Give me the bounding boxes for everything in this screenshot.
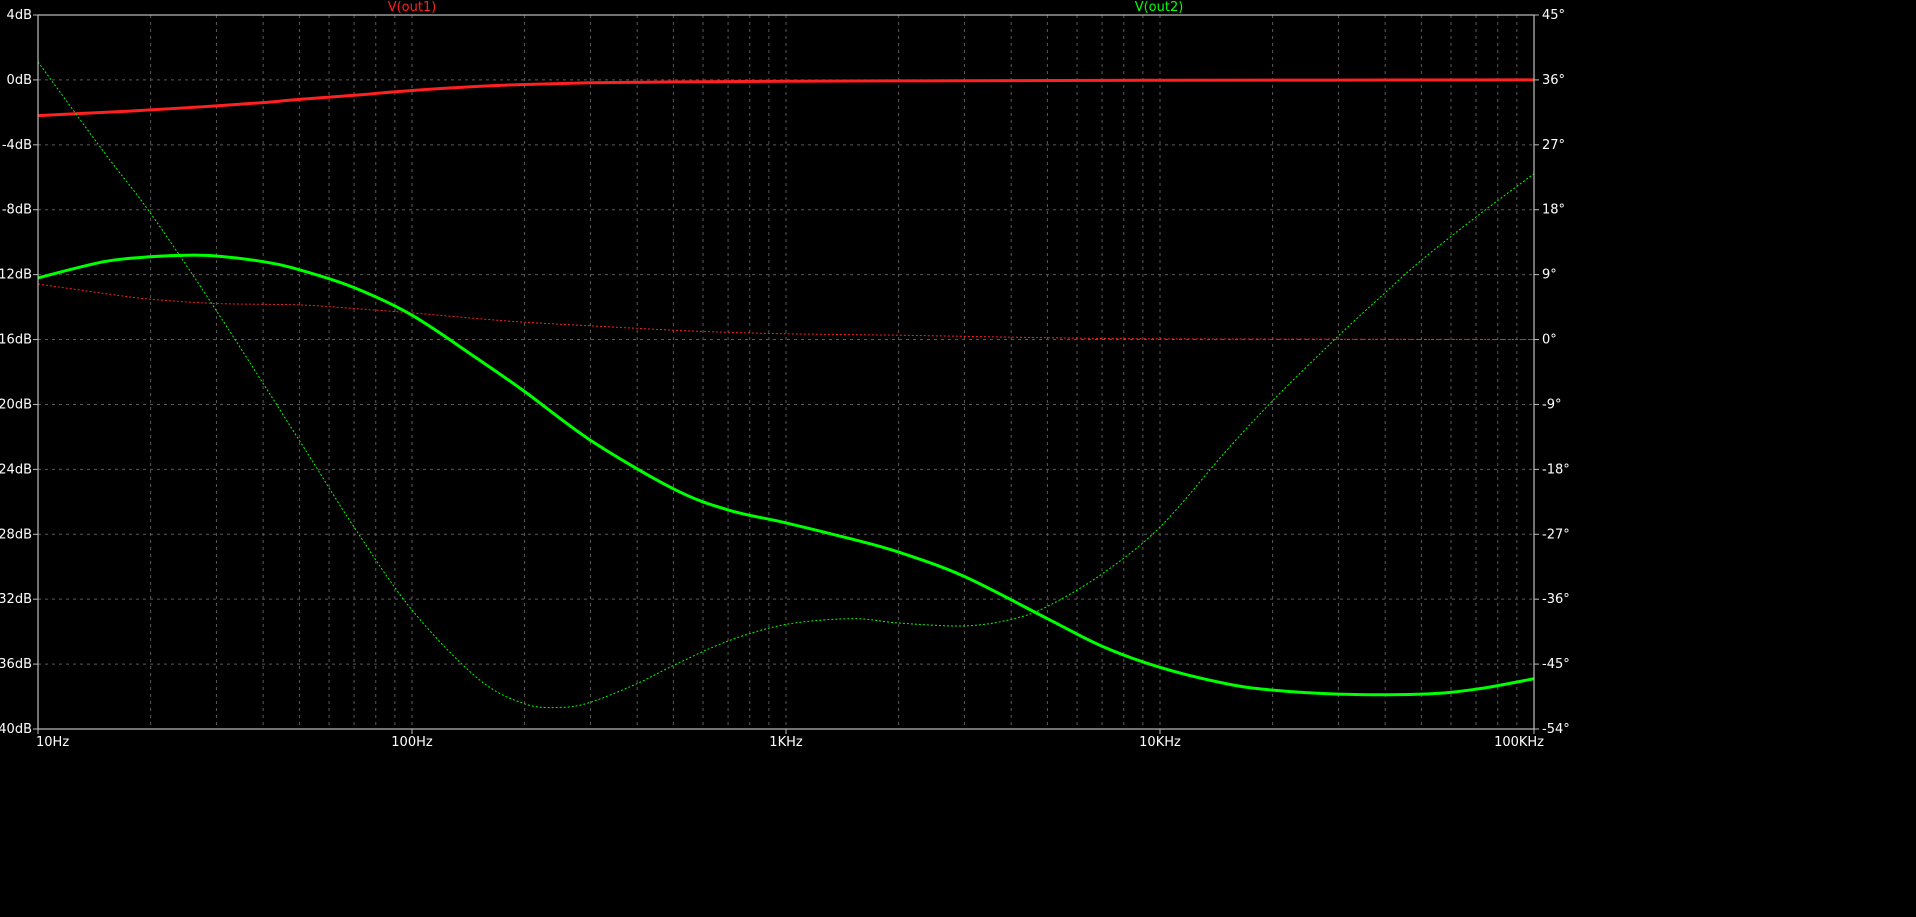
bottom-tick-label: 10KHz [1139,735,1181,750]
left-tick-label: -24dB [0,462,32,477]
left-tick-label: -8dB [2,203,32,218]
right-tick-label: 45° [1542,8,1565,23]
right-tick-label: 9° [1542,268,1557,283]
left-tick-label: -20dB [0,397,32,412]
bode-plot: 4dB 0dB -4dB -8dB -12dB -16dB -20dB -24dB -28dB -… [0,0,1916,917]
bottom-tick-label: 10Hz [36,735,69,750]
right-tick-label: -27° [1542,527,1570,542]
bottom-tick-label: 100KHz [1494,735,1544,750]
left-tick-label: 0dB [7,73,32,88]
right-tick-label: -36° [1542,592,1570,607]
legend-v-out1[interactable]: V(out1) [388,0,437,15]
right-tick-label: -54° [1542,722,1570,737]
left-tick-label: -12dB [0,268,32,283]
right-tick-label: -45° [1542,657,1570,672]
left-tick-label: -32dB [0,592,32,607]
left-tick-label: -36dB [0,657,32,672]
right-tick-label: -9° [1542,397,1561,412]
left-tick-label: 4dB [7,8,32,23]
legend-v-out2[interactable]: V(out2) [1135,0,1184,15]
bottom-tick-label: 1KHz [769,735,803,750]
bottom-tick-label: 100Hz [391,735,433,750]
right-tick-label: 36° [1542,73,1565,88]
right-tick-label: 0° [1542,333,1557,348]
right-tick-label: 18° [1542,203,1565,218]
right-tick-label: -18° [1542,462,1570,477]
right-tick-label: 27° [1542,138,1565,153]
plot-background [0,0,1916,917]
left-tick-label: -16dB [0,333,32,348]
left-tick-label: -4dB [2,138,32,153]
left-tick-label: -28dB [0,527,32,542]
left-tick-label: -40dB [0,722,32,737]
